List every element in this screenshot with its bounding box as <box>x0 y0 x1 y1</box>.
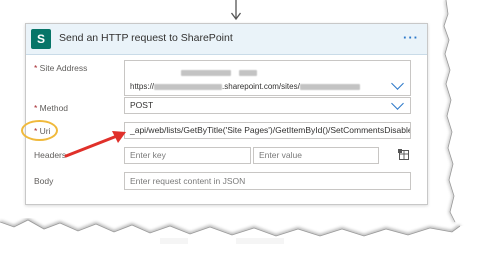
method-label: * Method <box>34 103 68 113</box>
screenshot-sheet: S Send an HTTP request to SharePoint ···… <box>0 0 480 256</box>
method-label-text: Method <box>39 103 69 113</box>
site-address-label: * Site Address <box>34 63 87 73</box>
site-address-dropdown[interactable]: https:// .sharepoint.com/sites/ <box>124 60 411 96</box>
redacted-text <box>299 83 360 90</box>
uri-highlight-circle <box>21 120 58 141</box>
annotation-arrow <box>64 131 126 158</box>
sharepoint-icon: S <box>31 29 51 49</box>
site-address-label-text: Site Address <box>39 63 88 73</box>
redacted-text <box>181 69 231 76</box>
header-key-input[interactable]: Enter key <box>124 147 251 164</box>
action-header[interactable]: S Send an HTTP request to SharePoint ··· <box>26 24 427 55</box>
flow-connector-arrow <box>230 0 242 21</box>
uri-value: _api/web/lists/GetByTitle('Site Pages')/… <box>130 125 411 135</box>
http-request-action-card: S Send an HTTP request to SharePoint ···… <box>25 23 428 205</box>
chevron-down-icon[interactable] <box>391 98 404 110</box>
site-address-middle: .sharepoint.com/sites/ <box>222 82 300 91</box>
header-value-placeholder: Enter value <box>259 150 302 160</box>
method-dropdown[interactable]: POST <box>124 97 411 114</box>
switch-to-text-icon[interactable] <box>398 149 410 161</box>
action-title: Send an HTTP request to SharePoint <box>59 32 233 44</box>
redacted-text <box>239 69 258 76</box>
uri-input[interactable]: _api/web/lists/GetByTitle('Site Pages')/… <box>124 122 411 139</box>
chevron-down-icon[interactable] <box>391 77 404 90</box>
body-placeholder: Enter request content in JSON <box>130 176 246 186</box>
body-label: Body <box>34 176 54 186</box>
body-input[interactable]: Enter request content in JSON <box>124 172 411 190</box>
header-value-input[interactable]: Enter value <box>253 147 379 164</box>
method-value: POST <box>130 100 154 110</box>
redacted-text <box>154 83 223 90</box>
more-options-button[interactable]: ··· <box>403 30 419 45</box>
site-address-prefix: https:// <box>130 82 155 91</box>
header-key-placeholder: Enter key <box>130 150 166 160</box>
